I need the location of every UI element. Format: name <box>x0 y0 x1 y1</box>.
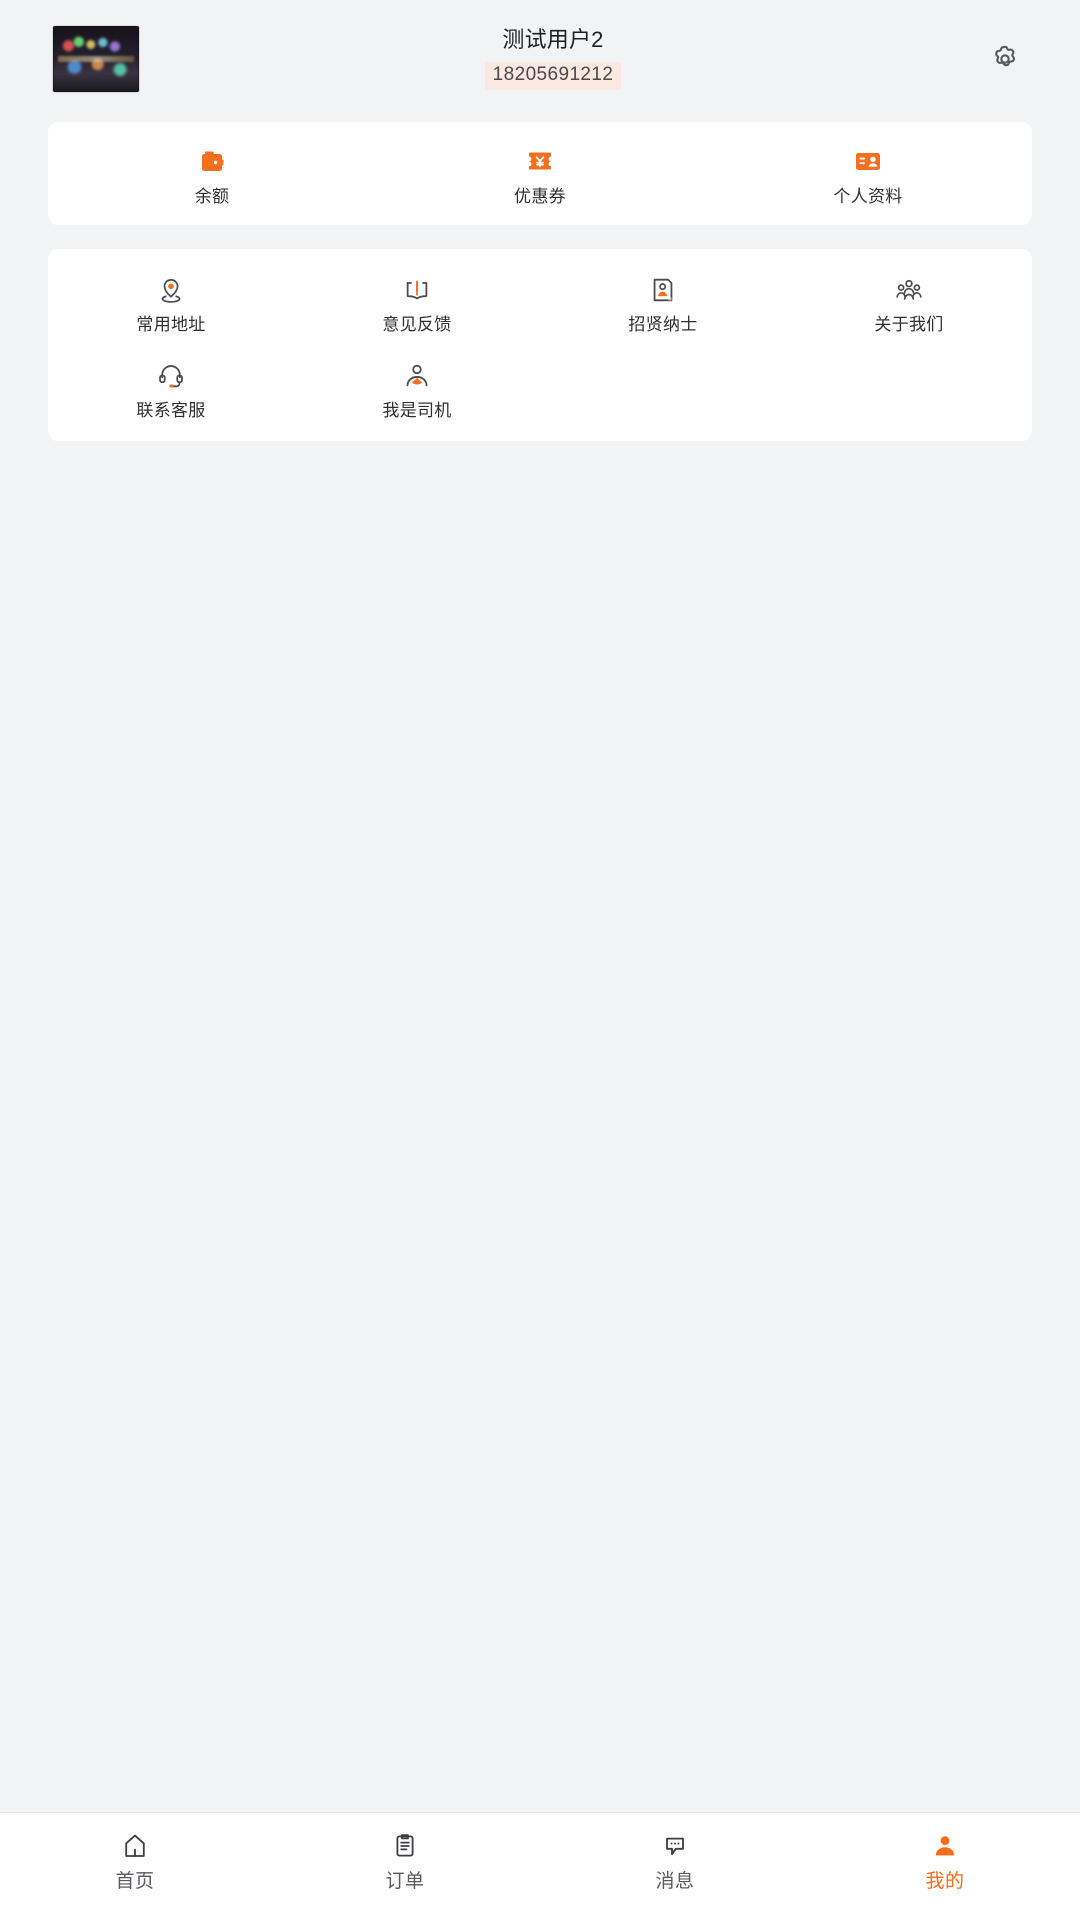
home-icon <box>119 1830 151 1862</box>
quick-action-balance[interactable]: 余额 <box>48 144 376 205</box>
menu-item-feedback[interactable]: 意见反馈 <box>294 273 540 333</box>
profile-header: 测试用户2 18205691212 <box>0 0 1080 118</box>
menu-item-i-am-driver[interactable]: 我是司机 <box>294 359 540 419</box>
menu-card: 常用地址 意见反馈 招贤纳士 关于我们 联系客服 我是司机 <box>48 249 1032 441</box>
avatar[interactable] <box>52 25 140 93</box>
menu-item-label: 意见反馈 <box>382 315 452 334</box>
recruit-card-icon <box>646 273 680 307</box>
location-pin-icon <box>154 273 188 307</box>
gear-icon <box>988 42 1022 76</box>
driver-person-icon <box>400 359 434 393</box>
menu-item-label: 联系客服 <box>136 401 206 420</box>
people-group-icon <box>892 273 926 307</box>
home-indicator-area <box>0 1908 1080 1920</box>
menu-item-common-address[interactable]: 常用地址 <box>48 273 294 333</box>
quick-actions-card: 余额 优惠券 个人资料 <box>48 122 1032 225</box>
coupon-icon <box>523 144 557 178</box>
quick-action-coupon[interactable]: 优惠券 <box>376 144 704 205</box>
open-book-icon <box>400 273 434 307</box>
tab-label: 订单 <box>385 1871 425 1892</box>
wallet-icon <box>195 144 229 178</box>
menu-item-recruitment[interactable]: 招贤纳士 <box>540 273 786 333</box>
quick-action-label: 个人资料 <box>833 187 903 206</box>
menu-grid: 常用地址 意见反馈 招贤纳士 关于我们 联系客服 我是司机 <box>48 273 1032 419</box>
quick-action-profile[interactable]: 个人资料 <box>704 144 1032 205</box>
avatar-photo-highlight <box>58 56 134 63</box>
quick-action-label: 余额 <box>194 187 230 206</box>
tab-mine[interactable]: 我的 <box>810 1830 1080 1891</box>
menu-item-about-us[interactable]: 关于我们 <box>786 273 1032 333</box>
quick-action-label: 优惠券 <box>514 187 566 206</box>
person-icon <box>929 1830 961 1862</box>
menu-item-label: 招贤纳士 <box>628 315 698 334</box>
tab-messages[interactable]: 消息 <box>540 1830 810 1891</box>
user-phone: 18205691212 <box>484 61 622 90</box>
profile-text-block: 测试用户2 18205691212 <box>130 27 976 90</box>
clipboard-icon <box>389 1830 421 1862</box>
tab-label: 我的 <box>925 1871 965 1892</box>
headset-icon <box>154 359 188 393</box>
tab-label: 消息 <box>655 1871 695 1892</box>
tab-label: 首页 <box>115 1871 155 1892</box>
tab-orders[interactable]: 订单 <box>270 1830 540 1891</box>
id-card-icon <box>851 144 885 178</box>
menu-item-label: 常用地址 <box>136 315 206 334</box>
profile-page: 测试用户2 18205691212 余额 优惠券 个人资料 常用地址 意见反馈 … <box>0 0 1080 1920</box>
menu-item-label: 关于我们 <box>874 315 944 334</box>
menu-item-label: 我是司机 <box>382 401 452 420</box>
user-name: 测试用户2 <box>502 27 604 53</box>
bottom-tab-bar: 首页 订单 消息 我的 <box>0 1812 1080 1920</box>
settings-button[interactable] <box>976 30 1034 88</box>
tab-home[interactable]: 首页 <box>0 1830 270 1891</box>
chat-bubble-icon <box>659 1830 691 1862</box>
menu-item-contact-support[interactable]: 联系客服 <box>48 359 294 419</box>
